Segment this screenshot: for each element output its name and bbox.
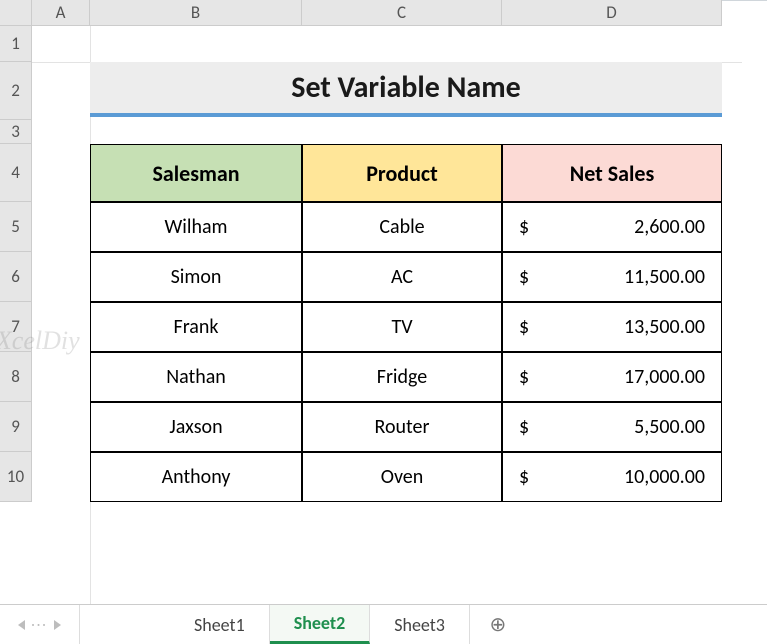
row-header-3[interactable]: 3 (0, 120, 31, 144)
cell-netsales[interactable]: $5,500.00 (502, 402, 722, 452)
amount-value: 10,000.00 (529, 465, 709, 489)
tab-scroll-dots-icon: ··· (31, 616, 48, 633)
cell-netsales[interactable]: $11,500.00 (502, 252, 722, 302)
cell-netsales[interactable]: $17,000.00 (502, 352, 722, 402)
amount-value: 17,000.00 (529, 365, 709, 389)
row-header-10[interactable]: 10 (0, 452, 31, 502)
tab-scroll-right-icon (54, 620, 61, 630)
tab-sheet1[interactable]: Sheet1 (170, 605, 270, 644)
col-header-b[interactable]: B (90, 0, 302, 25)
column-header-row: A B C D (32, 0, 722, 26)
row-header-2[interactable]: 2 (0, 62, 31, 120)
currency-symbol: $ (515, 465, 529, 489)
new-sheet-button[interactable]: ⊕ (470, 605, 526, 644)
row-header-4[interactable]: 4 (0, 144, 31, 202)
cell-salesman[interactable]: Simon (90, 252, 302, 302)
cell-salesman[interactable]: Wilham (90, 202, 302, 252)
tab-sheet3[interactable]: Sheet3 (370, 605, 470, 644)
row-header-col: 1 2 3 4 5 6 7 8 9 10 (0, 26, 32, 502)
header-product[interactable]: Product (302, 144, 502, 202)
select-all-corner[interactable] (0, 0, 32, 26)
header-salesman[interactable]: Salesman (90, 144, 302, 202)
row-header-8[interactable]: 8 (0, 352, 31, 402)
tab-scroll-left-icon (18, 620, 25, 630)
cell-salesman[interactable]: Nathan (90, 352, 302, 402)
cell-product[interactable]: AC (302, 252, 502, 302)
tab-spacer (80, 605, 170, 644)
tab-sheet2[interactable]: Sheet2 (270, 605, 371, 644)
cell-product[interactable]: Fridge (302, 352, 502, 402)
cell-product[interactable]: Router (302, 402, 502, 452)
currency-symbol: $ (515, 215, 529, 239)
col-header-c[interactable]: C (302, 0, 502, 25)
col-header-d[interactable]: D (502, 0, 722, 25)
row-header-1[interactable]: 1 (0, 26, 31, 62)
cell-salesman[interactable]: Jaxson (90, 402, 302, 452)
row-header-6[interactable]: 6 (0, 252, 31, 302)
amount-value: 2,600.00 (529, 215, 709, 239)
currency-symbol: $ (515, 265, 529, 289)
currency-symbol: $ (515, 415, 529, 439)
row-header-7[interactable]: 7 (0, 302, 31, 352)
currency-symbol: $ (515, 315, 529, 339)
cell-netsales[interactable]: $2,600.00 (502, 202, 722, 252)
cell-netsales[interactable]: $10,000.00 (502, 452, 722, 502)
row-header-5[interactable]: 5 (0, 202, 31, 252)
cell-product[interactable]: TV (302, 302, 502, 352)
sheet-tab-bar: ··· Sheet1 Sheet2 Sheet3 ⊕ (0, 604, 767, 644)
currency-symbol: $ (515, 365, 529, 389)
plus-icon: ⊕ (490, 612, 507, 637)
amount-value: 13,500.00 (529, 315, 709, 339)
cell-product[interactable]: Oven (302, 452, 502, 502)
amount-value: 11,500.00 (529, 265, 709, 289)
cell-salesman[interactable]: Frank (90, 302, 302, 352)
col-header-a[interactable]: A (32, 0, 90, 25)
cell-netsales[interactable]: $13,500.00 (502, 302, 722, 352)
row-header-9[interactable]: 9 (0, 402, 31, 452)
tab-scroll-controls[interactable]: ··· (0, 605, 80, 644)
title-cell[interactable]: Set Variable Name (90, 62, 722, 117)
cell-product[interactable]: Cable (302, 202, 502, 252)
amount-value: 5,500.00 (529, 415, 709, 439)
header-netsales[interactable]: Net Sales (502, 144, 722, 202)
cell-salesman[interactable]: Anthony (90, 452, 302, 502)
